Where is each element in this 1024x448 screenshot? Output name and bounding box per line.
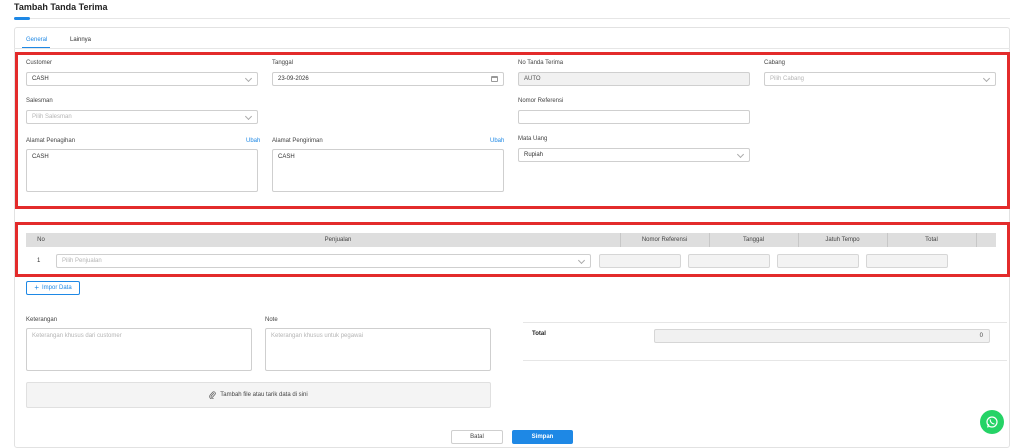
note-placeholder: Keterangan khusus untuk pegawai [271, 333, 364, 339]
salesman-label: Salesman [26, 98, 53, 104]
paperclip-icon [209, 391, 217, 399]
no-tanda-terima-value: AUTO [524, 76, 541, 82]
whatsapp-chat-button[interactable] [980, 410, 1004, 434]
column-separator [976, 233, 977, 247]
row-nomor-referensi-cell [599, 254, 681, 268]
penjualan-select[interactable]: Pilih Penjualan [56, 254, 591, 268]
column-header-no: No [37, 237, 45, 243]
nomor-referensi-input[interactable] [518, 110, 750, 124]
total-field: 0 [654, 329, 990, 343]
calendar-icon[interactable] [491, 76, 498, 82]
file-drop-zone[interactable]: Tambah file atau tarik data di sini [26, 382, 491, 408]
alamat-penagihan-label: Alamat Penagihan [26, 138, 76, 144]
column-header-total: Total [925, 237, 938, 243]
column-header-nomor-referensi: Nomor Referensi [641, 237, 688, 243]
customer-select[interactable]: CASH [26, 72, 258, 86]
tabs-divider [14, 48, 1010, 49]
alamat-pengiriman-label: Alamat Pengiriman [272, 138, 323, 144]
whatsapp-icon [986, 416, 998, 428]
tanggal-value: 23-09-2026 [278, 76, 309, 82]
summary-bottom-divider [523, 360, 1007, 361]
highlight-box-table [15, 222, 1010, 277]
title-accent [14, 17, 30, 20]
salesman-placeholder: Pilih Salesman [32, 114, 72, 120]
active-tab-indicator [22, 47, 50, 48]
total-label: Total [532, 331, 546, 337]
alamat-pengiriman-value: CASH [278, 154, 295, 160]
chevron-down-icon [736, 150, 745, 159]
mata-uang-select[interactable]: Rupiah [518, 148, 750, 162]
tab-general[interactable]: General [26, 37, 47, 43]
simpan-button[interactable]: Simpan [512, 430, 573, 444]
alamat-pengiriman-textarea[interactable]: CASH [272, 149, 504, 192]
mata-uang-label: Mata Uang [518, 136, 548, 142]
tab-lainnya[interactable]: Lainnya [70, 37, 91, 43]
page-title: Tambah Tanda Terima [14, 2, 108, 12]
summary-top-divider [523, 322, 1007, 323]
tanggal-label: Tanggal [272, 60, 294, 66]
customer-value: CASH [32, 76, 49, 82]
alamat-pengiriman-edit-link[interactable]: Ubah [490, 138, 504, 144]
keterangan-label: Keterangan [26, 317, 58, 323]
table-header: No Penjualan Nomor Referensi Tanggal Jat… [26, 233, 996, 247]
chevron-down-icon [982, 74, 991, 83]
chevron-down-icon [244, 74, 253, 83]
mata-uang-value: Rupiah [524, 152, 544, 158]
title-divider [14, 18, 1010, 19]
row-jatuh-tempo-cell [777, 254, 859, 268]
cabang-select[interactable]: Pilih Cabang [764, 72, 996, 86]
table-row-number: 1 [37, 258, 41, 264]
keterangan-textarea[interactable]: Keterangan khusus dari customer [26, 328, 252, 371]
customer-label: Customer [26, 60, 53, 66]
column-header-penjualan: Penjualan [324, 237, 352, 243]
chevron-down-icon [577, 256, 586, 265]
total-value: 0 [979, 333, 983, 339]
file-drop-label: Tambah file atau tarik data di sini [220, 392, 308, 398]
note-label: Note [265, 317, 278, 323]
cabang-placeholder: Pilih Cabang [770, 76, 805, 82]
column-header-jatuh-tempo: Jatuh Tempo [825, 237, 860, 243]
chevron-down-icon [244, 112, 253, 121]
impor-data-button[interactable]: + Impor Data [26, 281, 80, 295]
alamat-penagihan-edit-link[interactable]: Ubah [246, 138, 260, 144]
keterangan-placeholder: Keterangan khusus dari customer [32, 333, 122, 339]
no-tanda-terima-field: AUTO [518, 72, 750, 86]
note-textarea[interactable]: Keterangan khusus untuk pegawai [265, 328, 491, 371]
salesman-select[interactable]: Pilih Salesman [26, 110, 258, 124]
row-total-cell [866, 254, 948, 268]
tanggal-input[interactable]: 23-09-2026 [272, 72, 504, 86]
nomor-referensi-label: Nomor Referensi [518, 98, 564, 104]
row-tanggal-cell [688, 254, 770, 268]
alamat-penagihan-value: CASH [32, 154, 49, 160]
column-header-tanggal: Tanggal [742, 237, 765, 243]
cabang-label: Cabang [764, 60, 786, 66]
plus-icon: + [34, 283, 39, 292]
batal-button[interactable]: Batal [451, 430, 503, 444]
no-tanda-terima-label: No Tanda Terima [518, 60, 564, 66]
impor-data-label: Impor Data [41, 285, 72, 291]
penjualan-placeholder: Pilih Penjualan [62, 258, 102, 264]
alamat-penagihan-textarea[interactable]: CASH [26, 149, 258, 192]
